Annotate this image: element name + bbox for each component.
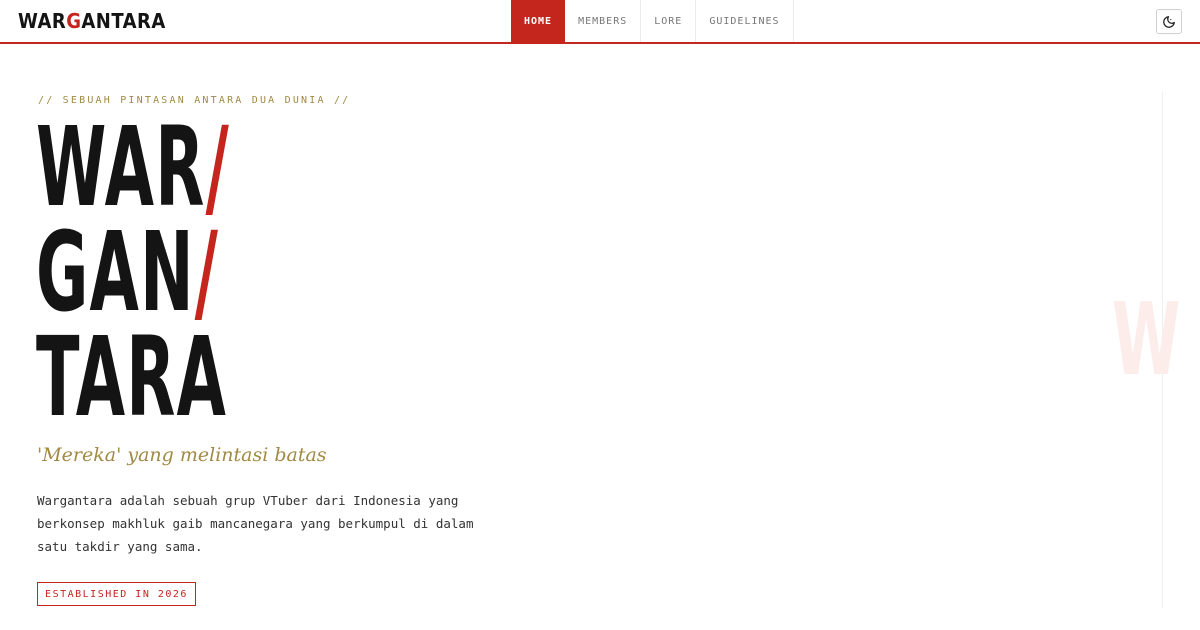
logo-accent-letter: G	[66, 9, 82, 33]
nav-item-lore[interactable]: LORE	[641, 0, 697, 42]
nav-item-home[interactable]: HOME	[511, 0, 566, 42]
ghost-letter-watermark: W	[1112, 281, 1181, 398]
hero-title-line-1: WAR/	[36, 112, 230, 222]
hero-title-line-3: TARA	[36, 322, 227, 432]
hero-title-text: TARA	[36, 313, 228, 441]
top-navbar: WARGANTARA HOME MEMBERS LORE GUIDELINES	[0, 0, 1200, 44]
logo-prefix: WAR	[18, 9, 67, 33]
hero-description: Wargantara adalah sebuah grup VTuber dar…	[37, 493, 474, 554]
nav-item-guidelines[interactable]: GUIDELINES	[696, 0, 794, 42]
logo-suffix: ANTARA	[81, 9, 166, 33]
nav-item-members[interactable]: MEMBERS	[565, 0, 642, 42]
hero-tagline: 'Mereka' yang melintasi batas	[37, 444, 327, 466]
page: WARGANTARA HOME MEMBERS LORE GUIDELINES …	[0, 0, 1200, 630]
hero-title-line-2: GAN/	[36, 217, 219, 327]
site-logo[interactable]: WARGANTARA	[18, 9, 166, 33]
main-nav: HOME MEMBERS LORE GUIDELINES	[511, 0, 794, 42]
theme-toggle-button[interactable]	[1156, 9, 1182, 34]
moon-icon	[1163, 15, 1175, 28]
established-badge: ESTABLISHED IN 2026	[37, 582, 196, 606]
